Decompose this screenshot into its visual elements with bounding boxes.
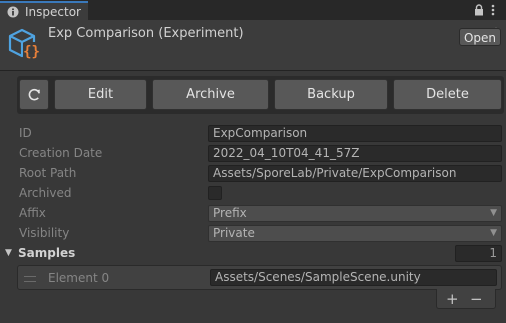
visibility-value: Private: [213, 226, 255, 240]
samples-count-field[interactable]: 1: [455, 245, 502, 262]
list-footer: [436, 289, 496, 309]
creation-date-field[interactable]: 2022_04_10T04_41_57Z: [208, 145, 502, 162]
foldout-arrow-icon[interactable]: ▼: [5, 248, 12, 258]
add-element-button[interactable]: +: [446, 290, 459, 308]
affix-value: Prefix: [213, 206, 247, 220]
samples-foldout-label[interactable]: Samples: [18, 246, 75, 260]
root-path-label: Root Path: [19, 166, 77, 180]
remove-element-button[interactable]: −: [470, 290, 483, 308]
visibility-dropdown[interactable]: Private ▼: [208, 225, 502, 242]
inspector-tab[interactable]: Inspector: [0, 1, 88, 20]
root-path-field[interactable]: Assets/SporeLab/Private/ExpComparison: [208, 165, 502, 182]
id-field[interactable]: ExpComparison: [208, 125, 502, 142]
affix-dropdown[interactable]: Prefix ▼: [208, 205, 502, 222]
list-item-field[interactable]: Assets/Scenes/SampleScene.unity: [210, 269, 497, 286]
header-divider: [0, 70, 506, 71]
inspector-header: {} Exp Comparison (Experiment) ?: [0, 20, 506, 70]
visibility-label: Visibility: [19, 226, 70, 240]
edit-button[interactable]: Edit: [54, 79, 147, 110]
experiment-asset-icon: {}: [8, 28, 40, 60]
delete-button[interactable]: Delete: [393, 79, 502, 110]
archived-label: Archived: [19, 186, 72, 200]
affix-label: Affix: [19, 206, 46, 220]
svg-text:{}: {}: [23, 44, 40, 60]
refresh-icon: [28, 88, 40, 101]
archived-checkbox[interactable]: [208, 186, 222, 200]
object-title: Exp Comparison (Experiment): [48, 26, 244, 41]
info-icon: [7, 6, 19, 18]
id-label: ID: [19, 126, 32, 140]
tab-bar: Inspector: [0, 0, 506, 20]
more-icon[interactable]: [491, 4, 495, 16]
chevron-down-icon: ▼: [490, 208, 497, 218]
archive-button[interactable]: Archive: [152, 79, 269, 110]
backup-button[interactable]: Backup: [274, 79, 388, 110]
tab-title: Inspector: [25, 5, 81, 19]
lock-icon[interactable]: [474, 4, 484, 16]
creation-date-label: Creation Date: [19, 146, 103, 160]
drag-handle-icon[interactable]: [24, 276, 36, 282]
list-item-label: Element 0: [48, 271, 110, 285]
open-button[interactable]: Open: [459, 28, 501, 46]
chevron-down-icon: ▼: [490, 228, 497, 238]
refresh-button[interactable]: [19, 79, 49, 110]
